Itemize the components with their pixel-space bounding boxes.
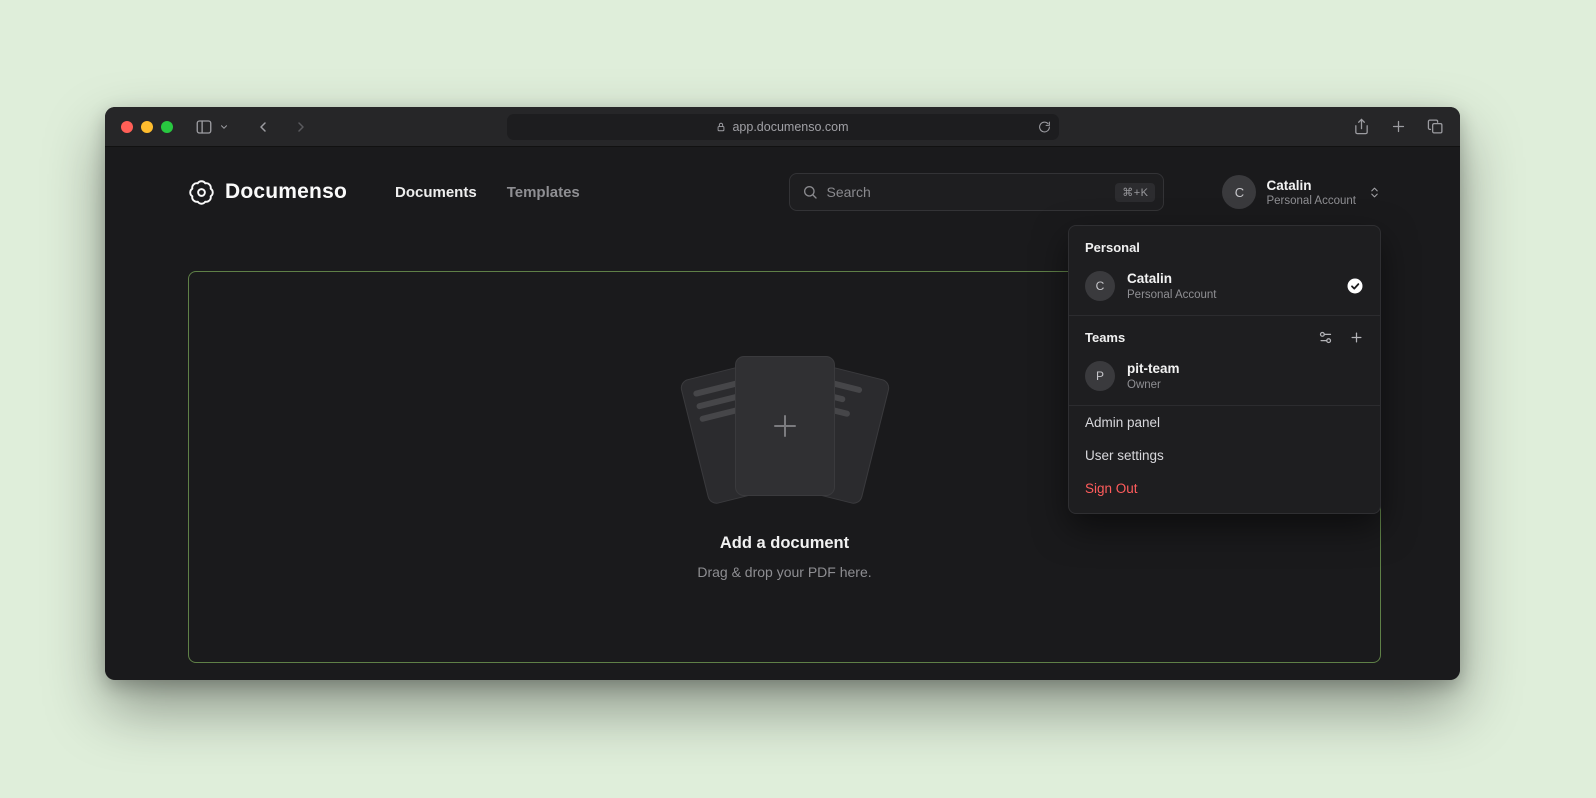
search-shortcut-badge: ⌘+K xyxy=(1115,183,1155,202)
nav-templates[interactable]: Templates xyxy=(507,184,580,201)
refresh-icon[interactable] xyxy=(1038,121,1051,134)
dropzone-subtitle: Drag & drop your PDF here. xyxy=(697,564,871,580)
close-window-button[interactable] xyxy=(121,121,133,133)
main-nav: Documents Templates xyxy=(395,184,580,201)
team-text: pit-team Owner xyxy=(1127,361,1180,391)
teams-section-label: Teams xyxy=(1085,330,1125,345)
share-icon[interactable] xyxy=(1353,118,1370,135)
search-icon xyxy=(802,184,818,200)
app-content: Documenso Documents Templates ⌘+K C Cata… xyxy=(105,147,1460,679)
dropzone-title: Add a document xyxy=(720,534,849,553)
search-input[interactable] xyxy=(826,184,1107,200)
add-team-icon[interactable] xyxy=(1349,330,1364,345)
back-button-icon[interactable] xyxy=(255,119,271,135)
plus-icon xyxy=(770,411,800,441)
teams-section-header: Teams xyxy=(1069,316,1380,353)
documenso-logo-icon xyxy=(188,179,215,206)
menu-item-user-settings[interactable]: User settings xyxy=(1069,439,1380,472)
sidebar-chevron-down-icon[interactable] xyxy=(219,122,229,132)
account-name: Catalin xyxy=(1266,178,1356,193)
forward-button-icon[interactable] xyxy=(293,119,309,135)
account-dropdown-menu: Personal C Catalin Personal Account Team… xyxy=(1068,225,1381,514)
personal-name: Catalin xyxy=(1127,271,1217,286)
browser-window: app.documenso.com Documenso xyxy=(105,107,1460,680)
address-bar[interactable]: app.documenso.com xyxy=(507,114,1059,140)
team-subtitle: Owner xyxy=(1127,379,1180,391)
toolbar-right-actions xyxy=(1353,118,1444,135)
personal-section-label: Personal xyxy=(1069,226,1380,263)
tab-overview-icon[interactable] xyxy=(1427,118,1444,135)
account-menu-trigger[interactable]: C Catalin Personal Account xyxy=(1222,175,1381,209)
nav-documents[interactable]: Documents xyxy=(395,184,477,201)
brand[interactable]: Documenso xyxy=(188,179,347,206)
account-avatar: C xyxy=(1222,175,1256,209)
zoom-window-button[interactable] xyxy=(161,121,173,133)
team-item[interactable]: P pit-team Owner xyxy=(1069,353,1380,405)
selected-check-icon xyxy=(1346,277,1364,295)
manage-teams-icon[interactable] xyxy=(1318,330,1333,345)
account-text: Catalin Personal Account xyxy=(1266,178,1356,207)
personal-subtitle: Personal Account xyxy=(1127,289,1217,301)
personal-account-item[interactable]: C Catalin Personal Account xyxy=(1069,263,1380,315)
window-controls xyxy=(121,121,173,133)
sidebar-toggle-icon[interactable] xyxy=(195,118,213,136)
menu-item-admin-panel[interactable]: Admin panel xyxy=(1069,406,1380,439)
personal-avatar: C xyxy=(1085,271,1115,301)
lock-icon xyxy=(716,122,726,132)
menu-item-sign-out[interactable]: Sign Out xyxy=(1069,472,1380,505)
url-text: app.documenso.com xyxy=(732,120,848,134)
team-name: pit-team xyxy=(1127,361,1180,376)
brand-name: Documenso xyxy=(225,180,347,204)
minimize-window-button[interactable] xyxy=(141,121,153,133)
app-header: Documenso Documents Templates ⌘+K C Cata… xyxy=(188,147,1381,237)
team-avatar: P xyxy=(1085,361,1115,391)
chevron-up-down-icon xyxy=(1368,186,1381,199)
personal-text: Catalin Personal Account xyxy=(1127,271,1217,301)
account-subtitle: Personal Account xyxy=(1266,195,1356,207)
illustration-card-center xyxy=(735,356,835,496)
documents-illustration xyxy=(675,354,895,504)
new-tab-icon[interactable] xyxy=(1390,118,1407,135)
search-bar[interactable]: ⌘+K xyxy=(789,173,1164,211)
browser-toolbar: app.documenso.com xyxy=(105,107,1460,147)
